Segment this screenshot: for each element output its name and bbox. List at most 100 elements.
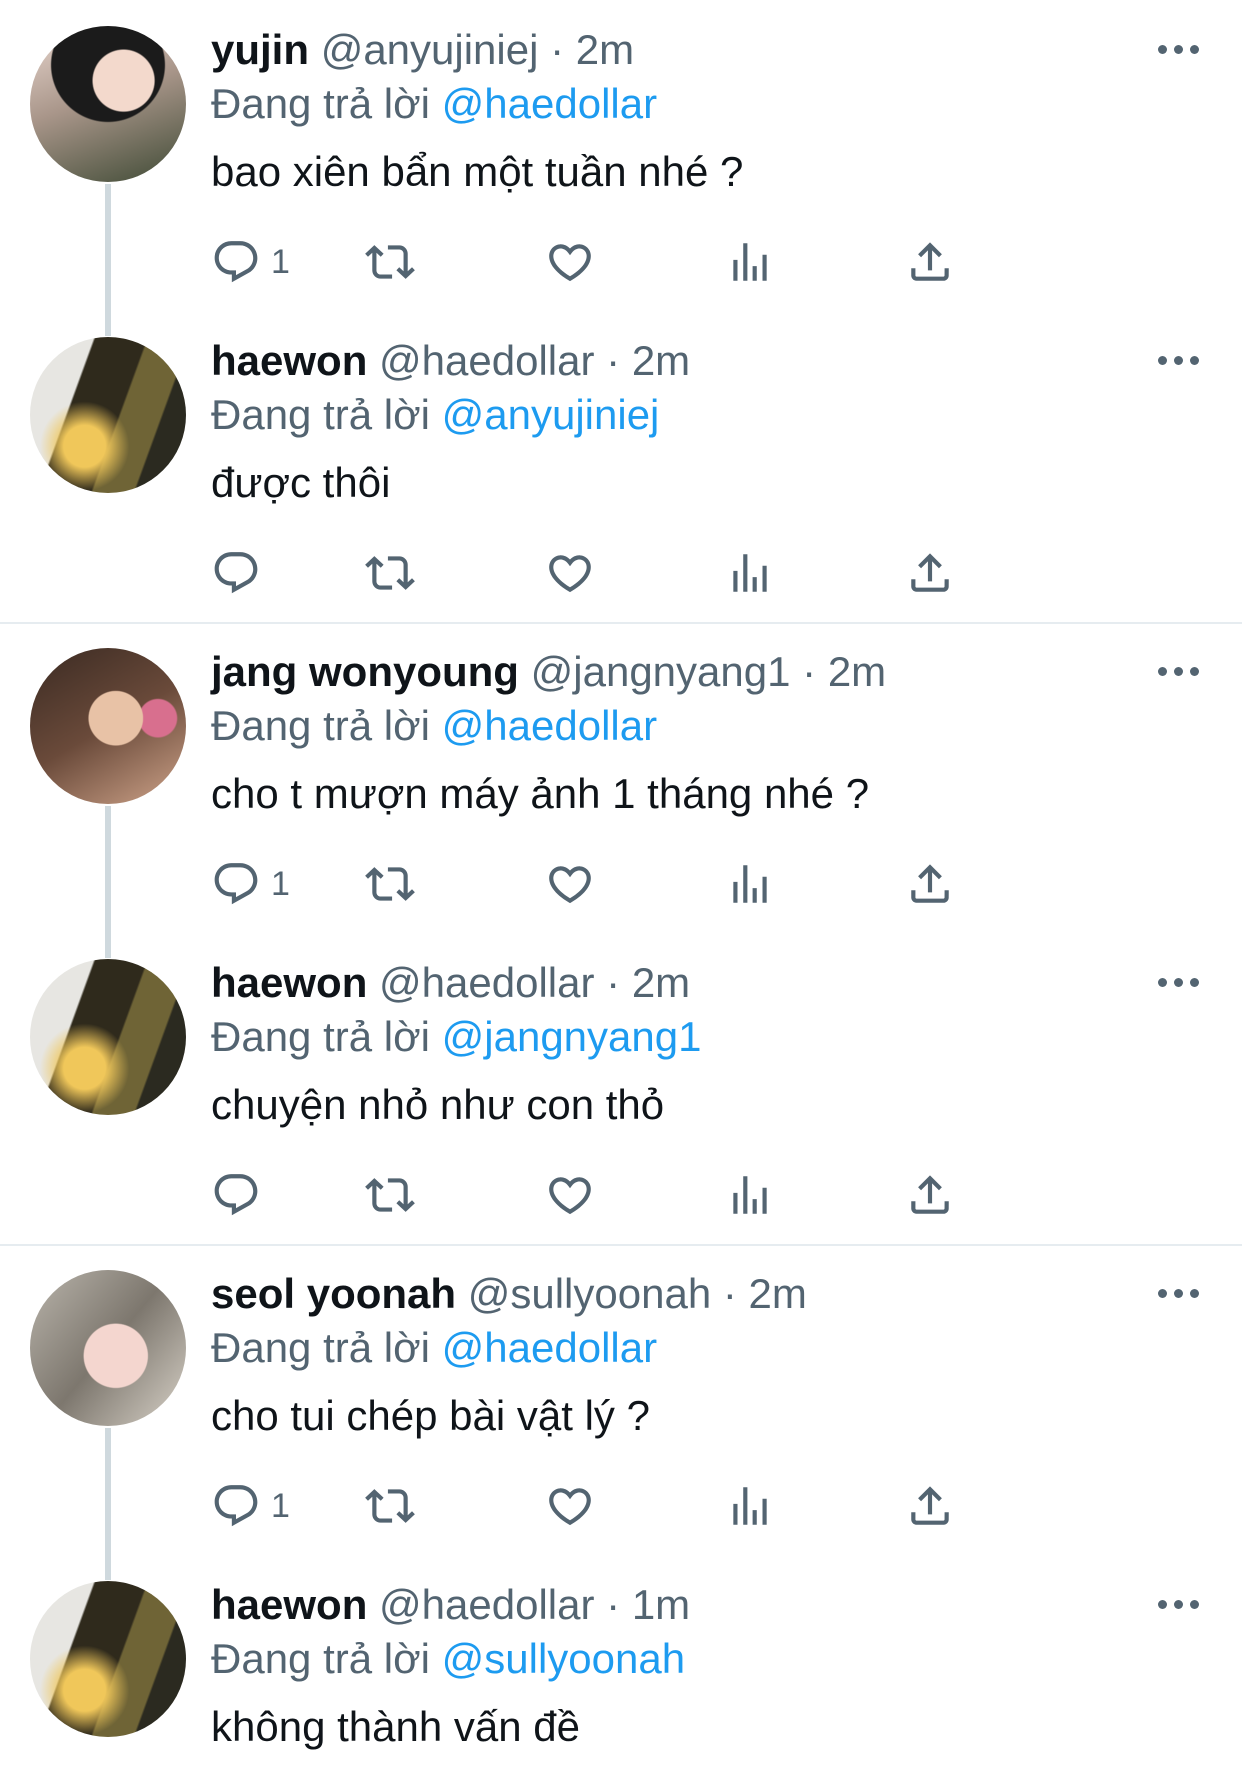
retweet-button[interactable] xyxy=(365,1165,415,1225)
separator-dot: · xyxy=(550,26,565,73)
mention-link[interactable]: @haedollar xyxy=(442,1324,657,1371)
share-button[interactable] xyxy=(905,543,955,603)
tweet-text: được thôi xyxy=(211,459,391,506)
timestamp[interactable]: 2m xyxy=(828,648,886,695)
heart-icon xyxy=(549,555,591,593)
more-icon[interactable] xyxy=(1148,1589,1208,1619)
avatar[interactable] xyxy=(30,1581,186,1737)
replying-to: Đang trả lời @haedollar xyxy=(211,1320,657,1376)
display-name[interactable]: haewon xyxy=(211,959,367,1006)
timestamp[interactable]: 1m xyxy=(632,1581,690,1628)
reply-button[interactable] xyxy=(211,1165,271,1225)
mention-link[interactable]: @haedollar xyxy=(442,80,657,127)
avatar[interactable] xyxy=(30,959,186,1115)
separator-dot: · xyxy=(606,337,621,384)
replying-to-label: Đang trả lời xyxy=(211,702,430,749)
views-button[interactable] xyxy=(725,1165,775,1225)
like-button[interactable] xyxy=(545,1165,595,1225)
replying-to: Đang trả lời @sullyoonah xyxy=(211,1631,685,1687)
display-name[interactable]: jang wonyoung xyxy=(211,648,519,695)
tweet-text: chuyện nhỏ như con thỏ xyxy=(211,1081,665,1128)
username[interactable]: @sullyoonah xyxy=(468,1270,711,1317)
tweet-header: haewon @haedollar · 1m xyxy=(211,1577,690,1633)
avatar[interactable] xyxy=(30,26,186,182)
display-name[interactable]: yujin xyxy=(211,26,309,73)
share-button[interactable] xyxy=(905,1476,955,1536)
retweet-button[interactable] xyxy=(365,1476,415,1536)
tweet[interactable]: seol yoonah @sullyoonah · 2m Đang trả lờ… xyxy=(0,1244,1242,1555)
replying-to: Đang trả lời @anyujiniej xyxy=(211,387,659,443)
reply-button[interactable]: 1 xyxy=(211,854,290,914)
avatar[interactable] xyxy=(30,648,186,804)
share-icon xyxy=(911,864,949,903)
like-button[interactable] xyxy=(545,1476,595,1536)
replying-to-label: Đang trả lời xyxy=(211,1324,430,1371)
more-icon[interactable] xyxy=(1148,1278,1208,1308)
like-button[interactable] xyxy=(545,232,595,292)
like-button[interactable] xyxy=(545,854,595,914)
tweet[interactable]: yujin @anyujiniej · 2m Đang trả lời @hae… xyxy=(0,0,1242,310)
tweet[interactable]: jang wonyoung @jangnyang1 · 2m Đang trả … xyxy=(0,622,1242,933)
tweet[interactable]: haewon @haedollar · 2m Đang trả lời @any… xyxy=(0,311,1242,622)
share-button[interactable] xyxy=(905,854,955,914)
timestamp[interactable]: 2m xyxy=(576,26,634,73)
tweet-actions: 1 xyxy=(211,232,1111,292)
replying-to-label: Đang trả lời xyxy=(211,1013,430,1060)
display-name[interactable]: haewon xyxy=(211,337,367,384)
retweet-button[interactable] xyxy=(365,232,415,292)
avatar[interactable] xyxy=(30,1270,186,1426)
mention-link[interactable]: @haedollar xyxy=(442,702,657,749)
avatar[interactable] xyxy=(30,337,186,493)
reply-button[interactable]: 1 xyxy=(211,1476,290,1536)
tweet-text: bao xiên bẩn một tuần nhé ? xyxy=(211,148,744,195)
tweet-header: jang wonyoung @jangnyang1 · 2m xyxy=(211,644,886,700)
username[interactable]: @anyujiniej xyxy=(321,26,539,73)
tweet-header: haewon @haedollar · 2m xyxy=(211,333,690,389)
tweet[interactable]: haewon @haedollar · 1m Đang trả lời @sul… xyxy=(0,1555,1242,1788)
views-button[interactable] xyxy=(725,1476,775,1536)
heart-icon xyxy=(549,1488,591,1526)
separator-dot: · xyxy=(722,1270,737,1317)
more-icon[interactable] xyxy=(1148,34,1208,64)
reply-button[interactable] xyxy=(211,543,271,603)
share-icon xyxy=(911,1175,949,1214)
display-name[interactable]: haewon xyxy=(211,1581,367,1628)
replying-to: Đang trả lời @haedollar xyxy=(211,76,657,132)
timestamp[interactable]: 2m xyxy=(632,337,690,384)
more-icon[interactable] xyxy=(1148,345,1208,375)
tweet-header: haewon @haedollar · 2m xyxy=(211,955,690,1011)
tweet-actions: 1 xyxy=(211,854,1111,914)
mention-link[interactable]: @jangnyang1 xyxy=(442,1013,702,1060)
views-icon xyxy=(733,1176,767,1214)
display-name[interactable]: seol yoonah xyxy=(211,1270,456,1317)
timestamp[interactable]: 2m xyxy=(749,1270,807,1317)
replying-to: Đang trả lời @haedollar xyxy=(211,698,657,754)
tweet-header: seol yoonah @sullyoonah · 2m xyxy=(211,1266,807,1322)
replying-to: Đang trả lời @jangnyang1 xyxy=(211,1009,701,1065)
tweet-text: không thành vấn đề xyxy=(211,1703,580,1750)
username[interactable]: @haedollar xyxy=(379,337,594,384)
username[interactable]: @haedollar xyxy=(379,959,594,1006)
tweet[interactable]: haewon @haedollar · 2m Đang trả lời @jan… xyxy=(0,933,1242,1244)
tweet-actions: 1 xyxy=(211,1476,1111,1536)
more-icon[interactable] xyxy=(1148,967,1208,997)
share-button[interactable] xyxy=(905,232,955,292)
heart-icon xyxy=(549,866,591,904)
retweet-button[interactable] xyxy=(365,854,415,914)
like-button[interactable] xyxy=(545,543,595,603)
share-button[interactable] xyxy=(905,1165,955,1225)
mention-link[interactable]: @sullyoonah xyxy=(442,1635,685,1682)
username[interactable]: @jangnyang1 xyxy=(531,648,791,695)
views-button[interactable] xyxy=(725,854,775,914)
views-button[interactable] xyxy=(725,232,775,292)
username[interactable]: @haedollar xyxy=(379,1581,594,1628)
views-button[interactable] xyxy=(725,543,775,603)
reply-button[interactable]: 1 xyxy=(211,232,290,292)
reply-icon xyxy=(214,863,258,905)
mention-link[interactable]: @anyujiniej xyxy=(442,391,660,438)
more-icon[interactable] xyxy=(1148,656,1208,686)
retweet-button[interactable] xyxy=(365,543,415,603)
tweet-text: cho t mượn máy ảnh 1 tháng nhé ? xyxy=(211,770,870,817)
timestamp[interactable]: 2m xyxy=(632,959,690,1006)
views-icon xyxy=(733,1487,767,1525)
